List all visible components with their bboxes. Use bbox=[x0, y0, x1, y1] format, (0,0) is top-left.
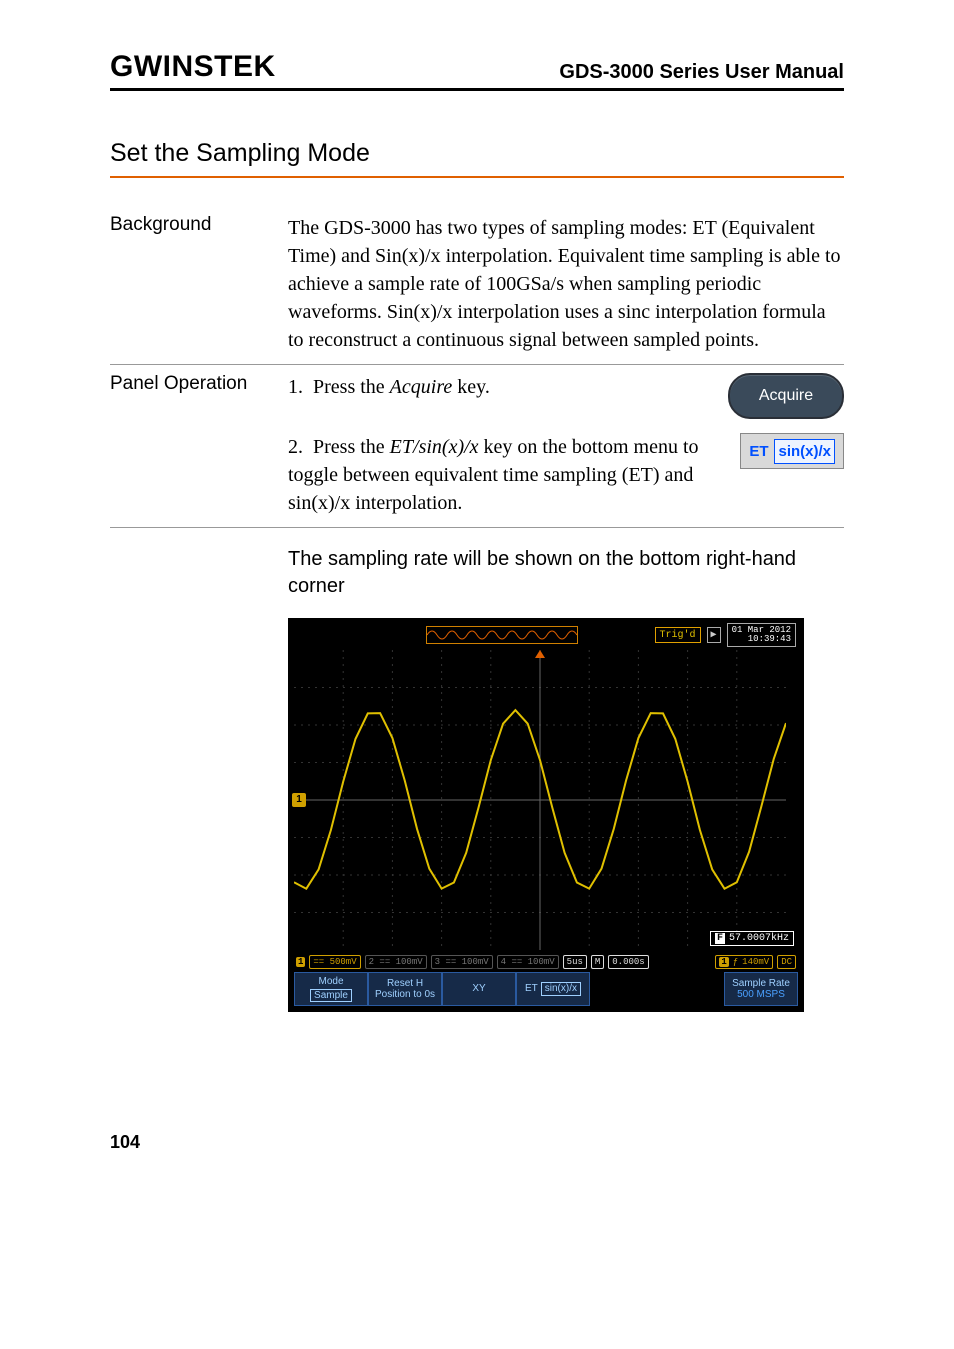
freq-value: 57.0007kHz bbox=[729, 933, 789, 944]
status-position: 0.000s bbox=[608, 955, 648, 969]
panel-step2-row: 2. Press the ET/sin(x)/x key on the bott… bbox=[110, 429, 844, 527]
xy-label: XY bbox=[472, 983, 485, 995]
menu-mode-button[interactable]: Mode Sample bbox=[294, 972, 368, 1006]
trigd-badge: Trig'd bbox=[655, 627, 701, 643]
status-timebase: 5us bbox=[563, 955, 587, 969]
status-ch4: 4 == 100mV bbox=[497, 955, 559, 969]
time-line: 10:39:43 bbox=[748, 635, 791, 644]
step1-post: key. bbox=[452, 376, 490, 398]
step2-text: 2. Press the ET/sin(x)/x key on the bott… bbox=[288, 433, 726, 517]
scope-bottom-menu: Mode Sample Reset H Position to 0s XY ET… bbox=[294, 972, 798, 1006]
oscilloscope-screenshot: Trig'd ▶ 01 Mar 2012 10:39:43 bbox=[288, 618, 804, 1012]
status-ch1-num: 1 bbox=[296, 957, 305, 967]
panel-step1-row: Panel Operation 1. Press the Acquire key… bbox=[110, 365, 844, 429]
menu-sinx-label: sin(x)/x bbox=[541, 982, 581, 996]
brand-logo: GWINSTEK bbox=[110, 50, 276, 84]
frequency-readout: F 57.0007kHz bbox=[710, 931, 794, 946]
panel-operation-label: Panel Operation bbox=[110, 373, 270, 395]
page-header: GWINSTEK GDS-3000 Series User Manual bbox=[110, 50, 844, 91]
menu-sample-rate[interactable]: Sample Rate 500 MSPS bbox=[724, 972, 798, 1006]
freq-f-icon: F bbox=[715, 933, 725, 944]
scope-plot: 1 F 57.0007kHz bbox=[294, 650, 798, 950]
manual-title: GDS-3000 Series User Manual bbox=[559, 61, 844, 84]
mode-value: Sample bbox=[310, 989, 352, 1003]
run-state-icon: ▶ bbox=[707, 627, 721, 643]
sinx-label: sin(x)/x bbox=[774, 439, 835, 464]
menu-et-sinx-button[interactable]: ET sin(x)/x bbox=[516, 972, 590, 1006]
scope-status-bar: 1 == 500mV 2 == 100mV 3 == 100mV 4 == 10… bbox=[294, 950, 798, 972]
step1-em: Acquire bbox=[390, 376, 453, 398]
menu-xy-button[interactable]: XY bbox=[442, 972, 516, 1006]
trg-val: 140mV bbox=[742, 957, 769, 967]
sampling-rate-note: The sampling rate will be shown on the b… bbox=[288, 528, 844, 614]
trg-num: 1 bbox=[719, 957, 728, 967]
step2-pre: Press the bbox=[313, 436, 390, 458]
status-ch2: 2 == 100mV bbox=[365, 955, 427, 969]
menu-reset-h-button[interactable]: Reset H Position to 0s bbox=[368, 972, 442, 1006]
minimap bbox=[426, 626, 578, 644]
acquire-button[interactable]: Acquire bbox=[728, 373, 844, 419]
step2-number: 2. bbox=[288, 436, 303, 458]
step2-em: ET/sin(x)/x bbox=[390, 436, 479, 458]
et-label: ET bbox=[749, 441, 768, 462]
channel-1-marker: 1 bbox=[292, 793, 306, 807]
step1-pre: Press the bbox=[313, 376, 390, 398]
datetime-box: 01 Mar 2012 10:39:43 bbox=[727, 623, 796, 647]
status-ch1-val: == 500mV bbox=[309, 955, 360, 969]
status-dc: DC bbox=[777, 955, 796, 969]
rate-label: Sample Rate bbox=[732, 978, 790, 990]
menu-et-label: ET bbox=[525, 983, 538, 995]
background-label: Background bbox=[110, 214, 270, 236]
step1-text: 1. Press the Acquire key. bbox=[288, 373, 714, 401]
status-ch3: 3 == 100mV bbox=[431, 955, 493, 969]
page-number: 104 bbox=[110, 1132, 844, 1153]
background-text: The GDS-3000 has two types of sampling m… bbox=[288, 214, 844, 354]
background-row: Background The GDS-3000 has two types of… bbox=[110, 206, 844, 364]
rate-value: 500 MSPS bbox=[737, 989, 785, 1001]
reset-l1: Reset H bbox=[387, 978, 423, 990]
status-trigger: 1 ƒ 140mV bbox=[715, 955, 773, 969]
et-sinx-softkey[interactable]: ET sin(x)/x bbox=[740, 433, 844, 469]
section-title: Set the Sampling Mode bbox=[110, 139, 844, 178]
step1-number: 1. bbox=[288, 376, 303, 398]
scope-top-bar: Trig'd ▶ 01 Mar 2012 10:39:43 bbox=[294, 624, 798, 650]
mode-label: Mode bbox=[318, 976, 343, 988]
reset-l2: Position to 0s bbox=[375, 989, 435, 1001]
